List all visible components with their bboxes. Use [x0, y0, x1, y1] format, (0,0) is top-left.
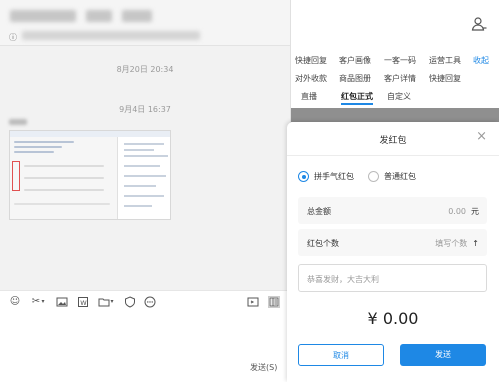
side-tabs-row-1: 快捷回复 客户画像 一客一码 运营工具 收起 [291, 52, 499, 70]
blessing-input[interactable]: 恭喜发财，大吉大利 [298, 264, 487, 292]
total-amount-field[interactable]: 总金额 0.00 元 [298, 197, 487, 224]
packet-type-option-lucky[interactable]: 拼手气红包 [298, 171, 368, 183]
field-label: 总金额 [307, 207, 331, 216]
radio-label: 普通红包 [384, 172, 416, 181]
send-shortcut-label[interactable]: 发送(S) [250, 362, 277, 373]
cancel-button[interactable]: 取消 [298, 344, 384, 366]
amount-display: ¥ 0.00 [367, 309, 419, 328]
blurred-contact-tag [86, 10, 112, 22]
more-icon[interactable] [144, 296, 156, 308]
side-panel-header [291, 0, 499, 46]
message-input[interactable] [0, 312, 290, 382]
image-content [10, 137, 118, 219]
tab-customer-profile[interactable]: 客户画像 [339, 55, 371, 66]
packet-count-field[interactable]: 红包个数 填写个数 ↑ [298, 229, 487, 256]
message-time: 8月20日 20:34 [116, 65, 174, 74]
image-content [12, 161, 20, 191]
chat-messages[interactable]: 8月20日 20:34 9月4日 16:37 [0, 46, 290, 290]
blurred-contact-extra [122, 10, 152, 22]
input-toolbar: ☺ ✂ ▾ W ▾ [0, 290, 290, 312]
field-label: 红包个数 [307, 239, 339, 248]
dialog-title: 发红包 [379, 136, 407, 146]
tab-red-packet-official[interactable]: 红包正式 [341, 91, 373, 105]
field-placeholder: 填写个数 ↑ [435, 239, 479, 248]
shield-icon[interactable] [124, 296, 136, 308]
collapse-link[interactable]: 收起 [473, 55, 489, 66]
svg-text:W: W [80, 299, 87, 307]
side-tabs-row-2: 对外收款 商品图册 客户详情 快捷回复 [291, 70, 499, 88]
chevron-down-icon[interactable]: ▾ [40, 296, 46, 308]
tab-product-album[interactable]: 商品图册 [339, 73, 371, 84]
close-icon[interactable]: × [476, 129, 487, 144]
blurred-contact-subtitle [22, 31, 200, 40]
packet-type-option-normal[interactable]: 普通红包 [368, 171, 428, 183]
blurred-sender-name [9, 119, 27, 125]
blurred-contact-name [10, 10, 76, 22]
red-packet-dialog: 发红包 × 拼手气红包 普通红包 总金额 0.00 元 红包个数 填写个数 ↑ 恭喜… [287, 122, 499, 382]
tab-external-payment[interactable]: 对外收款 [295, 73, 327, 84]
chat-header: ⓘ [0, 0, 290, 46]
blessing-placeholder: 恭喜发财，大吉大利 [307, 275, 379, 284]
panel-icon[interactable] [268, 296, 280, 308]
field-value: 0.00 元 [448, 207, 479, 216]
panel-overlay-strip [291, 108, 499, 122]
side-tabs-row-3: 直播 红包正式 自定义 [291, 88, 499, 106]
screen-icon[interactable] [247, 296, 259, 308]
emoji-icon[interactable]: ☺ [9, 296, 21, 308]
tab-live[interactable]: 直播 [301, 91, 317, 102]
radio-unchecked-icon[interactable] [368, 171, 379, 182]
radio-label: 拼手气红包 [314, 172, 354, 181]
screenshot-message-image[interactable] [9, 130, 171, 220]
tab-operation-tools[interactable]: 运营工具 [429, 55, 461, 66]
tab-one-customer-one-code[interactable]: 一客一码 [384, 55, 416, 66]
send-button[interactable]: 发送 [400, 344, 486, 366]
tab-quick-reply-2[interactable]: 快捷回复 [429, 73, 461, 84]
tab-customer-details[interactable]: 客户详情 [384, 73, 416, 84]
field-unit: 元 [471, 207, 479, 216]
message-time: 9月4日 16:37 [119, 105, 171, 114]
tab-custom[interactable]: 自定义 [387, 91, 411, 102]
add-user-icon[interactable] [471, 16, 487, 32]
arrow-up-icon: ↑ [472, 239, 479, 248]
info-icon: ⓘ [9, 33, 17, 42]
divider [287, 155, 499, 156]
tab-quick-reply[interactable]: 快捷回复 [295, 55, 327, 66]
radio-checked-icon[interactable] [298, 171, 309, 182]
word-doc-icon[interactable]: W [77, 296, 89, 308]
image-icon[interactable] [56, 296, 68, 308]
chevron-down-icon[interactable]: ▾ [109, 296, 115, 308]
